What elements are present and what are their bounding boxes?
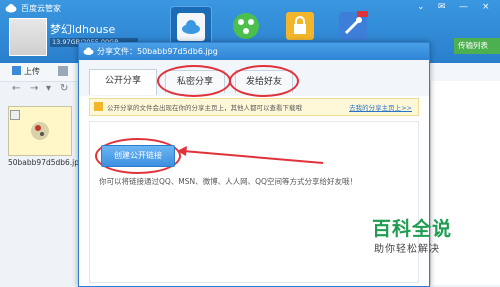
upload-label: 上传 [24,67,40,76]
transfer-list-button[interactable]: 传输列表 [454,38,500,54]
share-hint-text: 你可以将链接通过QQ、MSN、微博、人人网、QQ空间等方式分享给好友哦！ [99,177,357,186]
notice-text: 公开分享的文件会出现在你的分享主页上，其他人都可以查看下载哦 [107,104,302,112]
nav-arrows: ← → ▾ ↻ [0,81,80,97]
dropdown-arrow-icon[interactable]: ▾ [46,83,51,94]
forward-arrow-icon[interactable]: → [30,83,38,94]
upload-icon [12,66,21,75]
refresh-icon[interactable]: ↻ [60,83,68,94]
right-panel [430,81,500,285]
minimize-icon[interactable]: — [459,2,468,12]
close-icon[interactable]: × [482,2,490,12]
cloud-logo-icon [5,4,17,13]
avatar[interactable] [9,18,47,56]
nav-safe[interactable] [280,6,320,46]
highlight-ring-private [157,65,231,97]
lock-icon [286,12,314,40]
notice-bar: 公开分享的文件会出现在你的分享主页上，其他人都可以查看下载哦 去我的分享主页上>… [89,98,419,116]
toolbar-more-icon[interactable] [58,66,68,76]
watermark-subtitle: 助你轻松解决 [374,244,440,255]
upload-button[interactable]: 上传 [12,66,40,77]
tools-icon [339,11,368,40]
apps-icon [233,13,259,39]
mail-icon[interactable]: ✉ [438,2,446,12]
share-homepage-link[interactable]: 去我的分享主页上>> [349,102,412,112]
watermark-title: 百科全说 [372,218,453,240]
app-title: 百度云管家 [21,4,61,13]
dialog-title-bar: 分享文件：50babb97d5db6.jpg [79,43,429,60]
file-name[interactable]: 50babb97d5db6.jpg [8,158,84,167]
tab-public-share[interactable]: 公开分享 [89,69,157,95]
transfer-label: 传输列表 [458,41,488,50]
file-checkbox[interactable] [10,110,20,120]
back-arrow-icon[interactable]: ← [12,83,20,94]
highlight-ring-friend [229,65,299,97]
dialog-tabs: 公开分享 私密分享 发给好友 [79,60,429,97]
annotation-arrow [177,146,324,164]
cloud-logo-icon [83,47,94,55]
nav-tools[interactable] [333,6,373,46]
create-public-link-button[interactable]: 创建公开链接 [101,145,175,167]
cloud-icon [177,13,205,41]
nav-apps[interactable] [226,6,266,46]
dropdown-icon[interactable]: ⌄ [417,2,425,12]
dialog-title: 分享文件：50babb97d5db6.jpg [97,47,218,56]
username[interactable]: 梦幻ldhouse [50,21,115,37]
info-lock-icon [94,102,103,111]
